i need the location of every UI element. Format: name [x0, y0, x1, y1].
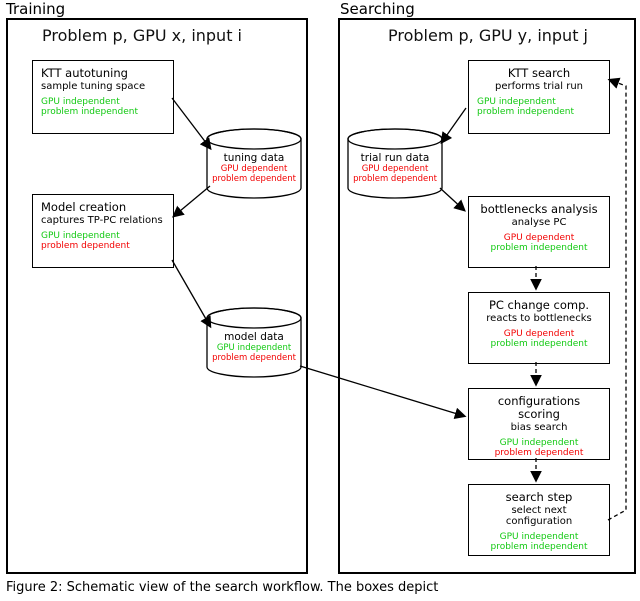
- model-data-title: model data: [205, 331, 303, 343]
- bottlenecks-box: bottlenecks analysis analyse PC GPU depe…: [468, 196, 610, 268]
- model-data-prob: problem dependent: [205, 353, 303, 363]
- bottlenecks-prob: problem independent: [477, 244, 601, 253]
- ktt-autotuning-box: KTT autotuning sample tuning space GPU i…: [32, 60, 174, 134]
- config-scoring-box: configurations scoring bias search GPU i…: [468, 388, 610, 460]
- tuning-data-gpu: GPU dependent: [205, 164, 303, 174]
- training-title: Problem p, GPU x, input i: [42, 26, 242, 45]
- figure-caption: Figure 2: Schematic view of the search w…: [6, 580, 438, 595]
- ktt-autotuning-title: KTT autotuning: [41, 67, 165, 80]
- ktt-search-title: KTT search: [477, 67, 601, 80]
- trial-run-data-cylinder: trial run data GPU dependent problem dep…: [346, 128, 444, 200]
- config-scoring-title: configurations scoring: [477, 395, 601, 421]
- search-step-prob: problem independent: [477, 543, 601, 552]
- training-label: Training: [6, 0, 65, 18]
- pc-change-sub: reacts to bottlenecks: [477, 313, 601, 324]
- ktt-autotuning-prob: problem independent: [41, 108, 165, 117]
- ktt-search-prob: problem independent: [477, 108, 601, 117]
- tuning-data-cylinder: tuning data GPU dependent problem depend…: [205, 128, 303, 200]
- tuning-data-title: tuning data: [205, 152, 303, 164]
- searching-label: Searching: [340, 0, 415, 18]
- search-step-box: search step select next configuration GP…: [468, 484, 610, 556]
- model-creation-sub: captures TP-PC relations: [41, 215, 165, 226]
- model-creation-prob: problem dependent: [41, 242, 165, 251]
- trial-run-prob: problem dependent: [346, 174, 444, 184]
- pc-change-box: PC change comp. reacts to bottlenecks GP…: [468, 292, 610, 364]
- model-data-cylinder: model data GPU independent problem depen…: [205, 307, 303, 379]
- model-creation-box: Model creation captures TP-PC relations …: [32, 194, 174, 268]
- model-creation-title: Model creation: [41, 201, 165, 214]
- ktt-search-box: KTT search performs trial run GPU indepe…: [468, 60, 610, 134]
- tuning-data-prob: problem dependent: [205, 174, 303, 184]
- bottlenecks-title: bottlenecks analysis: [477, 203, 601, 216]
- searching-phase: Problem p, GPU y, input j KTT search per…: [338, 18, 636, 574]
- ktt-autotuning-sub: sample tuning space: [41, 81, 165, 92]
- search-step-title: search step: [477, 491, 601, 504]
- searching-title: Problem p, GPU y, input j: [388, 26, 588, 45]
- bottlenecks-sub: analyse PC: [477, 217, 601, 228]
- training-phase: Problem p, GPU x, input i KTT autotuning…: [6, 18, 308, 574]
- config-scoring-sub: bias search: [477, 422, 601, 433]
- trial-run-gpu: GPU dependent: [346, 164, 444, 174]
- model-data-gpu: GPU independent: [205, 343, 303, 353]
- trial-run-title: trial run data: [346, 152, 444, 164]
- ktt-search-sub: performs trial run: [477, 81, 601, 92]
- search-step-sub: select next configuration: [477, 505, 601, 527]
- pc-change-prob: problem independent: [477, 340, 601, 349]
- config-scoring-prob: problem dependent: [477, 449, 601, 458]
- pc-change-title: PC change comp.: [477, 299, 601, 312]
